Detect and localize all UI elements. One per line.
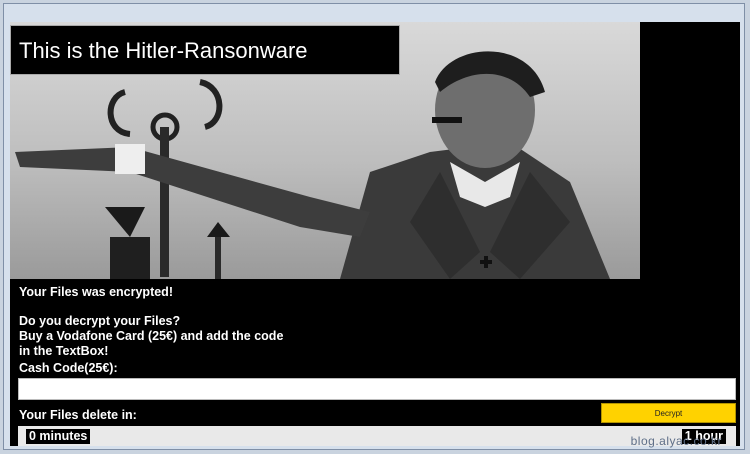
decrypt-question: Do you decrypt your Files? bbox=[19, 314, 181, 328]
payment-instruction-cont: in the TextBox! bbox=[19, 344, 109, 358]
encrypted-notice: Your Files was encrypted! bbox=[19, 285, 173, 299]
banner-photo: This is the Hitler-Ransonware bbox=[10, 22, 640, 279]
countdown-bar: 0 minutes 1 hour bbox=[18, 426, 736, 446]
page-title: This is the Hitler-Ransonware bbox=[19, 38, 308, 63]
payment-instruction: Buy a Vodafone Card (25€) and add the co… bbox=[19, 329, 284, 343]
cash-code-label: Cash Code(25€): bbox=[19, 361, 118, 375]
ransom-screen: This is the Hitler-Ransonware Your Files… bbox=[10, 22, 740, 446]
decrypt-button[interactable]: Decrypt bbox=[601, 403, 736, 423]
cash-code-input[interactable] bbox=[18, 378, 736, 400]
app-window: This is the Hitler-Ransonware Your Files… bbox=[3, 3, 745, 450]
delete-countdown-label: Your Files delete in: bbox=[19, 408, 137, 422]
watermark-text: blog.alyac.co.kr bbox=[630, 434, 722, 448]
title-banner: This is the Hitler-Ransonware bbox=[10, 25, 400, 75]
minutes-remaining: 0 minutes bbox=[26, 429, 91, 444]
